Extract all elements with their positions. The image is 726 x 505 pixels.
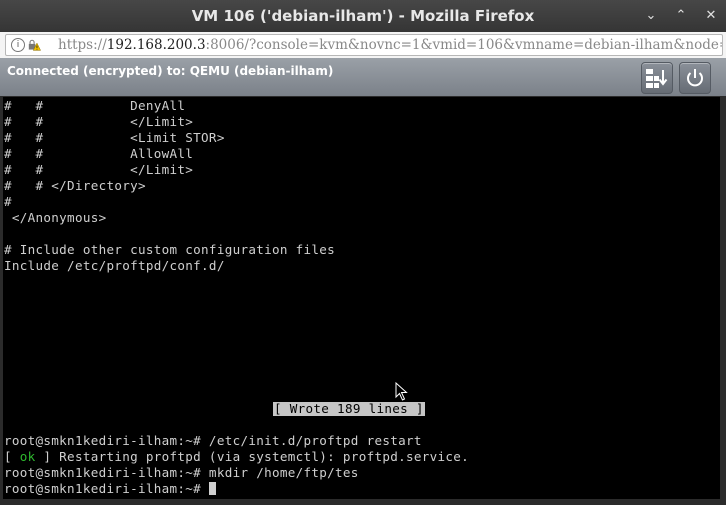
editor-line: #	[4, 194, 12, 209]
url-scheme: https://	[58, 37, 107, 53]
editor-line: # # <Limit STOR>	[4, 130, 225, 145]
keys-icon	[646, 69, 668, 88]
shell-line: root@smkn1kediri-ilham:~# /etc/init.d/pr…	[4, 433, 422, 448]
mouse-pointer-icon	[395, 382, 408, 401]
site-identity: i	[11, 35, 41, 55]
maximize-icon[interactable]: ⌃	[672, 7, 690, 25]
url-rest: :8006/?console=kvm&novnc=1&vmid=106&vmna…	[205, 37, 722, 53]
shell-prompt: root@smkn1kediri-ilham:~#	[4, 481, 209, 496]
shell-line: root@smkn1kediri-ilham:~# mkdir /home/ft…	[4, 465, 359, 480]
power-button[interactable]	[679, 62, 711, 94]
editor-line: # # DenyAll	[4, 98, 186, 113]
url-host: 192.168.200.3	[106, 37, 206, 53]
text-cursor	[208, 482, 216, 495]
restart-message: ] Restarting proftpd (via systemctl): pr…	[35, 449, 470, 464]
url-text: https://192.168.200.3:8006/?console=kvm&…	[58, 35, 722, 55]
ok-status: ok	[19, 449, 36, 464]
window-controls: ⌄ ⌃ ✕	[642, 0, 720, 32]
editor-line: Include /etc/proftpd/conf.d/	[4, 258, 225, 273]
editor-line: # # AllowAll	[4, 146, 194, 161]
lock-warning-icon[interactable]	[28, 39, 41, 52]
window-titlebar: VM 106 ('debian-ilham') - Mozilla Firefo…	[0, 0, 726, 32]
editor-line: # # </Limit>	[4, 162, 194, 177]
nano-status-message: [ Wrote 189 lines ]	[273, 401, 425, 416]
power-icon	[687, 69, 703, 87]
window-title: VM 106 ('debian-ilham') - Mozilla Firefo…	[191, 7, 535, 25]
editor-line: </Anonymous>	[4, 210, 107, 225]
editor-line: # # </Directory>	[4, 178, 146, 193]
frame-right	[720, 96, 726, 505]
close-icon[interactable]: ✕	[702, 7, 720, 25]
vnc-console[interactable]: # # DenyAll # # </Limit> # # <Limit STOR…	[3, 97, 720, 499]
shell-prompt-line: root@smkn1kediri-ilham:~#	[4, 481, 216, 497]
url-input[interactable]: i https://192.168.200.3:8006/?console=kv…	[5, 34, 723, 56]
editor-line: # # </Limit>	[4, 114, 194, 129]
info-icon[interactable]: i	[11, 38, 25, 52]
minimize-icon[interactable]: ⌄	[642, 7, 660, 25]
connection-status: Connected (encrypted) to: QEMU (debian-i…	[7, 64, 334, 78]
url-bar: i https://192.168.200.3:8006/?console=kv…	[0, 32, 726, 59]
shell-line-ok: [ ok ] Restarting proftpd (via systemctl…	[4, 449, 469, 465]
novnc-control-bar: Connected (encrypted) to: QEMU (debian-i…	[0, 58, 726, 96]
editor-line: # Include other custom configuration fil…	[4, 242, 336, 257]
ok-bracket-open: [	[4, 449, 20, 464]
send-keys-button[interactable]	[641, 62, 673, 94]
